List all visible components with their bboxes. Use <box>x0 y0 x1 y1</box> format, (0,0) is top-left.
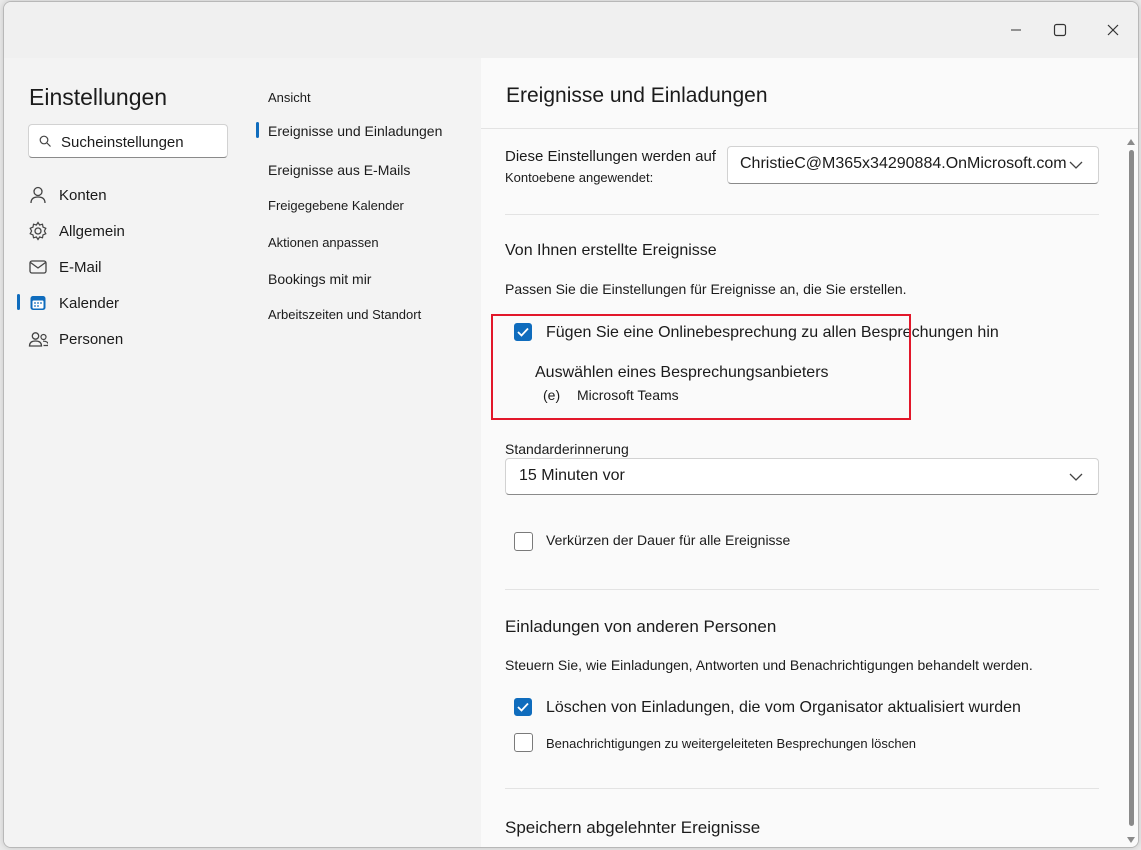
search-input[interactable]: Sucheinstellungen <box>28 124 228 158</box>
checkmark-icon <box>517 702 529 712</box>
shorten-duration-label: Verkürzen der Dauer für alle Ereignisse <box>546 532 791 548</box>
subnav-item-ereignisse-einladungen[interactable]: Ereignisse und Einladungen <box>268 123 442 139</box>
chevron-down-icon <box>1068 469 1084 490</box>
scrollbar-thumb[interactable] <box>1129 150 1134 826</box>
section-divider <box>505 214 1099 215</box>
people-icon <box>28 329 48 349</box>
delete-forward-notifications-label: Benachrichtigungen zu weitergeleiteten B… <box>546 736 917 751</box>
title-bar <box>4 2 1138 58</box>
account-label-line2: Kontoebene angewendet: <box>505 170 654 185</box>
page-title: Ereignisse und Einladungen <box>506 84 768 107</box>
sidebar-item-label: Konten <box>59 186 107 204</box>
selection-indicator <box>17 294 20 310</box>
scroll-up-icon[interactable] <box>1127 132 1135 150</box>
sidebar-item-konten[interactable]: Konten <box>28 182 107 208</box>
subnav-item-freigegebene-kalender[interactable]: Freigegebene Kalender <box>268 198 404 213</box>
invites-description: Steuern Sie, wie Einladungen, Antworten … <box>505 657 1033 673</box>
gear-icon <box>28 221 48 241</box>
subnav-item-ereignisse-aus-emails[interactable]: Ereignisse aus E-Mails <box>268 162 410 178</box>
sidebar-item-label: E-Mail <box>59 258 102 276</box>
header-divider <box>481 128 1138 129</box>
minimize-button[interactable] <box>1000 16 1032 44</box>
sidebar-item-email[interactable]: E-Mail <box>28 254 102 280</box>
reminder-label: Standarderinnerung <box>505 441 629 457</box>
delete-updated-invites-checkbox[interactable] <box>514 698 532 716</box>
own-events-heading: Von Ihnen erstellte Ereignisse <box>505 242 717 259</box>
settings-title: Einstellungen <box>29 84 168 110</box>
subnav-item-arbeitszeiten[interactable]: Arbeitszeiten und Standort <box>268 307 421 322</box>
subnav-item-aktionen-anpassen[interactable]: Aktionen anpassen <box>268 235 379 250</box>
subnav-item-ansicht[interactable]: Ansicht <box>268 90 311 105</box>
sidebar-item-label: Personen <box>59 330 124 348</box>
subnav-item-bookings[interactable]: Bookings mit mir <box>268 271 371 287</box>
minimize-icon <box>1011 29 1021 31</box>
reminder-dropdown[interactable]: 15 Minuten vor <box>505 458 1099 495</box>
own-events-description: Passen Sie die Einstellungen für Ereigni… <box>505 281 907 297</box>
reminder-dropdown-value: 15 Minuten vor <box>519 467 625 484</box>
sidebar-item-label: Kalender <box>59 294 120 312</box>
close-button[interactable] <box>1097 16 1129 44</box>
calendar-subnav: Ansicht Ereignisse und Einladungen Ereig… <box>254 58 481 847</box>
search-icon <box>39 134 51 152</box>
declined-events-heading: Speichern abgelehnter Ereignisse <box>505 818 761 837</box>
maximize-icon <box>1053 23 1067 37</box>
close-icon <box>1107 24 1119 36</box>
delete-updated-invites-label: Löschen von Einladungen, die vom Organis… <box>546 699 1021 716</box>
mail-icon <box>28 257 48 277</box>
sidebar-item-personen[interactable]: Personen <box>28 326 123 352</box>
subnav-selection-indicator <box>256 122 259 138</box>
highlight-box <box>491 314 911 420</box>
person-icon <box>28 185 48 205</box>
settings-content: Ereignisse und Einladungen Diese Einstel… <box>481 58 1138 847</box>
delete-forward-notifications-checkbox[interactable] <box>514 733 533 752</box>
scroll-down-icon[interactable] <box>1127 830 1135 847</box>
sidebar-item-label: Allgemein <box>59 222 125 240</box>
section-divider <box>505 589 1099 590</box>
chevron-down-icon <box>1068 157 1084 178</box>
calendar-icon <box>28 293 48 313</box>
account-label-line1: Diese Einstellungen werden auf <box>505 148 716 165</box>
account-dropdown[interactable]: ChristieC@M365x34290884.OnMicrosoft.com <box>727 146 1099 184</box>
maximize-button[interactable] <box>1044 16 1076 44</box>
settings-sidebar: Einstellungen Sucheinstellungen Konten A… <box>4 58 254 847</box>
account-dropdown-value: ChristieC@M365x34290884.OnMicrosoft.com <box>740 155 1067 172</box>
search-placeholder: Sucheinstellungen <box>61 134 184 151</box>
invites-heading: Einladungen von anderen Personen <box>505 617 777 636</box>
section-divider <box>505 788 1099 789</box>
shorten-duration-checkbox[interactable] <box>514 532 533 551</box>
sidebar-item-allgemein[interactable]: Allgemein <box>28 218 125 244</box>
sidebar-item-kalender[interactable]: Kalender <box>28 290 119 316</box>
settings-window: Einstellungen Sucheinstellungen Konten A… <box>3 1 1139 848</box>
